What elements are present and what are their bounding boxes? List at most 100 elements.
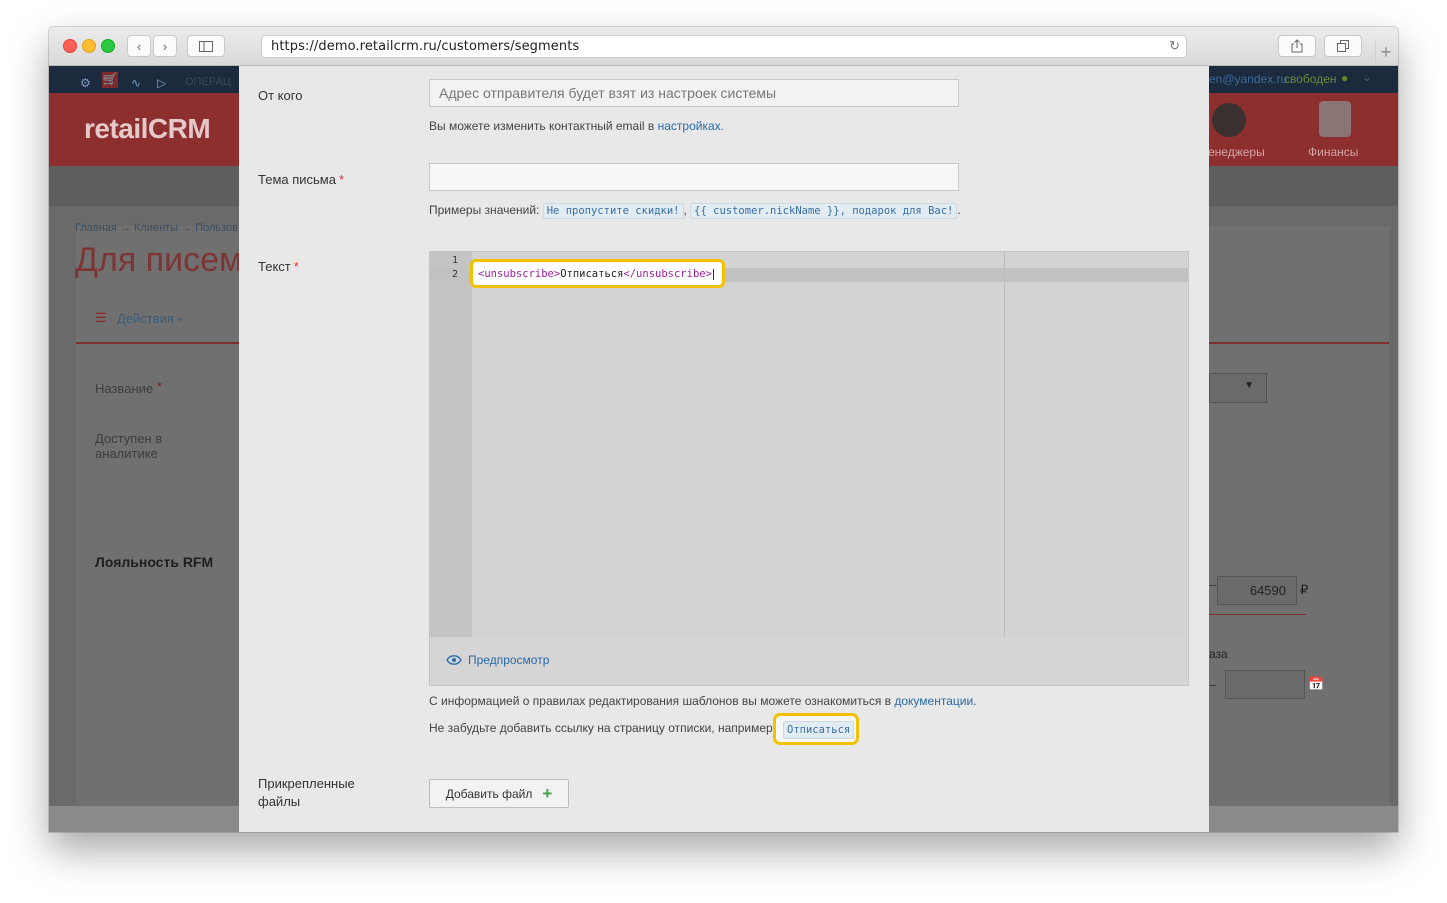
order-label: аза bbox=[1209, 647, 1228, 661]
chevron-right-icon: › bbox=[162, 38, 168, 54]
reload-icon[interactable]: ↻ bbox=[1169, 38, 1180, 54]
unsub-help: Не забудьте добавить ссылку на страницу … bbox=[429, 721, 773, 735]
from-help-text: Вы можете изменить контактный email в bbox=[429, 119, 655, 133]
sidebar-icon bbox=[199, 40, 213, 52]
docs-text: С информацией о правилах редактирования … bbox=[429, 694, 892, 708]
currency-symbol: ₽ bbox=[1300, 582, 1309, 597]
from-label: От кого bbox=[258, 88, 303, 103]
eye-icon bbox=[446, 655, 462, 665]
attachments-label-2: файлы bbox=[258, 794, 301, 809]
tabs-icon bbox=[1337, 40, 1349, 52]
chart-icon: ∿ bbox=[131, 76, 142, 90]
avatar bbox=[1212, 103, 1246, 137]
range-dash: – bbox=[1209, 577, 1217, 592]
chevron-down-icon: ⌄ bbox=[1362, 70, 1373, 84]
select-field: ▼ bbox=[1209, 373, 1267, 403]
line-number: 2 bbox=[452, 269, 459, 280]
required-mark: * bbox=[157, 379, 163, 394]
amount-value: 64590 bbox=[1249, 583, 1286, 598]
cart-icon: 🛒 bbox=[102, 72, 118, 88]
add-file-label: Добавить файл bbox=[445, 786, 533, 801]
available-label: Доступен в аналитике bbox=[95, 431, 163, 461]
example-chip-2[interactable]: {{ customer.nickName }}, подарок для Вас… bbox=[690, 203, 958, 219]
calendar-icon: 📅 bbox=[1308, 676, 1325, 691]
examples-label: Примеры значений: bbox=[429, 203, 540, 217]
code-highlight: <unsubscribe>Отписаться</unsubscribe> bbox=[470, 259, 725, 288]
attachments-label-1: Прикрепленные bbox=[258, 776, 355, 791]
page-title: Для писем bbox=[75, 241, 243, 279]
chevron-left-icon: ‹ bbox=[136, 38, 142, 54]
line-number: 1 bbox=[452, 255, 459, 266]
plus-icon: + bbox=[1380, 42, 1392, 62]
unsubscribe-chip[interactable]: Отписаться bbox=[783, 721, 855, 739]
sidebar-toggle-button[interactable] bbox=[187, 35, 225, 57]
forward-button[interactable]: › bbox=[153, 35, 177, 57]
subject-label: Тема письма * bbox=[258, 172, 344, 187]
required-mark: * bbox=[338, 172, 345, 187]
subject-label-text: Тема письма bbox=[258, 172, 336, 187]
gear-icon: ⚙ bbox=[80, 76, 91, 90]
finance-label: Финансы bbox=[1308, 145, 1359, 159]
url-text: https://demo.retailcrm.ru/customers/segm… bbox=[271, 39, 580, 54]
preview-bar: Предпросмотр bbox=[430, 637, 1188, 685]
user-email: en@yandex.ru bbox=[1209, 72, 1288, 86]
close-window-button[interactable] bbox=[63, 39, 77, 53]
unsub-text: Не забудьте добавить ссылку на страницу … bbox=[429, 721, 773, 735]
back-button[interactable]: ‹ bbox=[127, 35, 151, 57]
share-icon bbox=[1291, 39, 1303, 53]
page-viewport: ⚙ 🛒 ∿ ▷ ОПЕРАЦ en@yandex.ru свободен ● ⌄… bbox=[49, 66, 1398, 832]
settings-link[interactable]: настройках. bbox=[658, 119, 724, 133]
date-input bbox=[1225, 670, 1305, 699]
range-dash: – bbox=[1209, 677, 1217, 692]
amount-input: 64590 bbox=[1217, 576, 1297, 605]
from-placeholder: Адрес отправителя будет взят из настроек… bbox=[439, 85, 777, 101]
plus-icon: + bbox=[542, 783, 553, 803]
finance-icon bbox=[1319, 101, 1351, 137]
text-label: Текст * bbox=[258, 259, 299, 274]
play-icon: ▷ bbox=[157, 76, 167, 90]
divider bbox=[1209, 614, 1306, 615]
text-cursor bbox=[712, 268, 714, 280]
zoom-window-button[interactable] bbox=[101, 39, 115, 53]
subject-examples: Примеры значений: Не пропустите скидки!,… bbox=[429, 203, 961, 219]
add-file-button[interactable]: Добавить файл + bbox=[429, 779, 569, 808]
new-tab-button[interactable]: + bbox=[1375, 41, 1396, 63]
name-label: Название bbox=[95, 381, 154, 396]
user-status: свободен bbox=[1284, 72, 1337, 86]
code-editor[interactable]: 1 2 <unsubscribe>Отписаться</unsubscribe… bbox=[429, 251, 1189, 686]
logo: retailCRM bbox=[84, 113, 211, 144]
menu-icon: ☰ bbox=[95, 310, 107, 325]
unsub-highlight: Отписаться bbox=[773, 713, 859, 745]
text-label-text: Текст bbox=[258, 259, 291, 274]
required-mark: * bbox=[293, 259, 299, 274]
loyalty-title: Лояльность RFM bbox=[95, 554, 214, 570]
managers-label: енеджеры bbox=[1208, 145, 1265, 159]
tabs-overview-button[interactable] bbox=[1324, 35, 1362, 57]
actions-dropdown: Действия bbox=[117, 311, 174, 326]
minimize-window-button[interactable] bbox=[82, 39, 96, 53]
email-template-modal: От кого Адрес отправителя будет взят из … bbox=[239, 66, 1209, 832]
breadcrumb: Главная → Клиенты → Пользов bbox=[75, 222, 239, 234]
from-field[interactable]: Адрес отправителя будет взят из настроек… bbox=[429, 79, 959, 107]
code-content: Отписаться bbox=[560, 268, 624, 280]
code-open-tag: <unsubscribe> bbox=[478, 268, 561, 280]
from-help: Вы можете изменить контактный email в на… bbox=[429, 119, 724, 133]
code-line[interactable]: <unsubscribe>Отписаться</unsubscribe> bbox=[478, 268, 714, 280]
subject-input[interactable] bbox=[429, 163, 959, 191]
line-gutter bbox=[430, 252, 472, 637]
browser-window: ‹ › https://demo.retailcrm.ru/customers/… bbox=[49, 27, 1398, 832]
preview-label: Предпросмотр bbox=[468, 653, 550, 667]
top-menu-item: ОПЕРАЦ bbox=[185, 76, 231, 88]
example-chip-1[interactable]: Не пропустите скидки! bbox=[542, 203, 684, 219]
preview-button[interactable]: Предпросмотр bbox=[446, 653, 549, 667]
print-margin bbox=[1004, 252, 1005, 637]
status-dot-icon: ● bbox=[1341, 71, 1349, 85]
address-bar[interactable]: https://demo.retailcrm.ru/customers/segm… bbox=[261, 35, 1187, 58]
browser-toolbar: ‹ › https://demo.retailcrm.ru/customers/… bbox=[49, 27, 1398, 66]
chevron-down-icon: ⌄ bbox=[174, 309, 185, 324]
share-button[interactable] bbox=[1278, 35, 1316, 57]
caret-down-icon: ▼ bbox=[1244, 380, 1254, 391]
documentation-link[interactable]: документации. bbox=[894, 694, 976, 708]
code-close-tag: </unsubscribe> bbox=[623, 268, 712, 280]
docs-help: С информацией о правилах редактирования … bbox=[429, 694, 977, 708]
